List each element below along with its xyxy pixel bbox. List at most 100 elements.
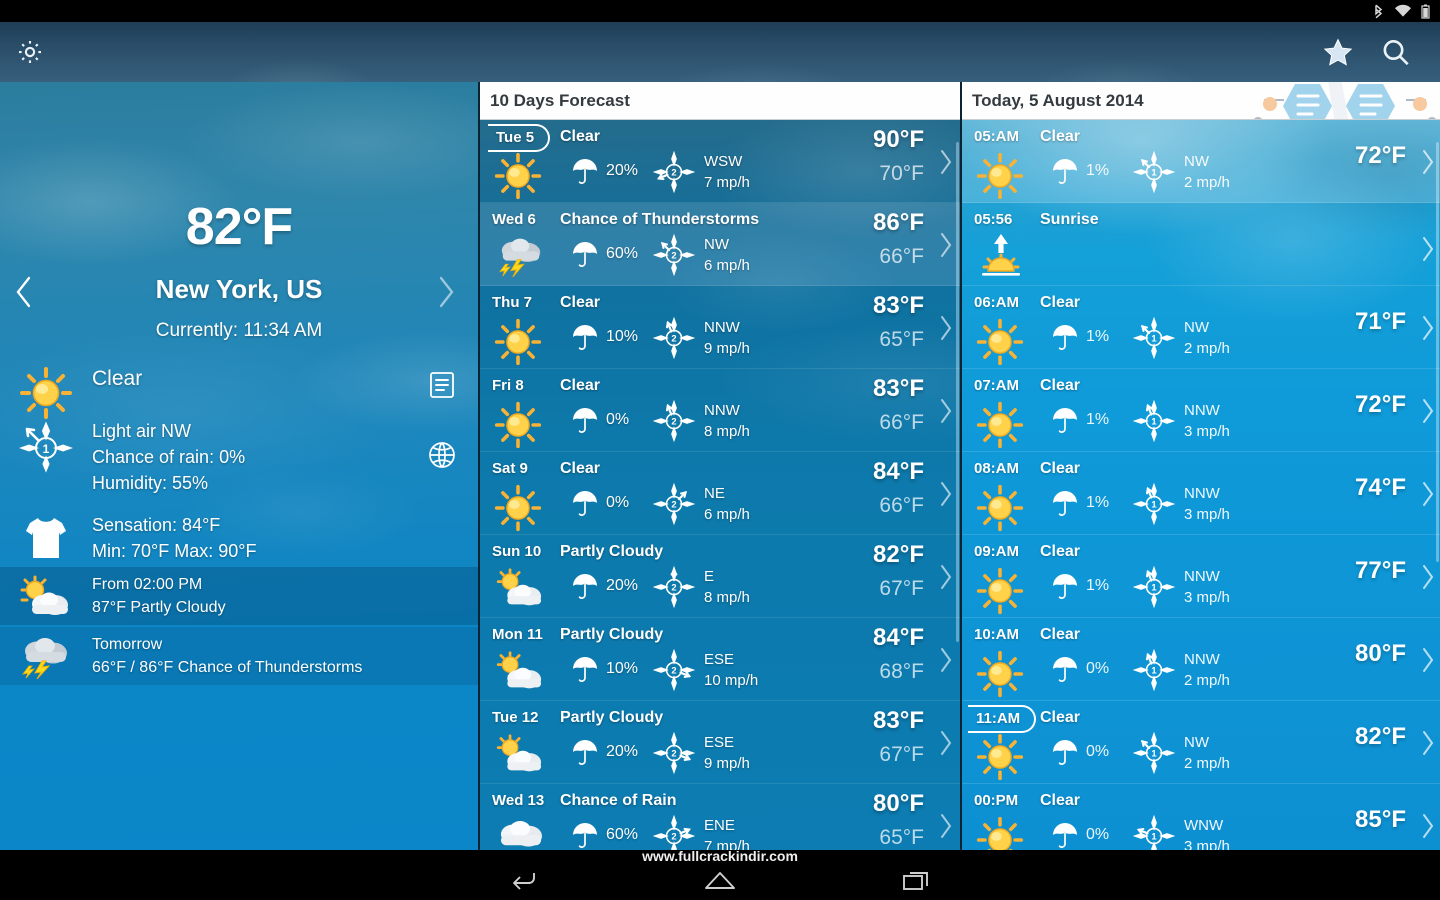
hourly-row[interactable]: 00:PM Clear 0% 1 WNW 3 mp/h 85°F: [962, 784, 1440, 850]
hourly-wind-direction: NNW: [1184, 485, 1220, 502]
wind-level-value: 2: [671, 582, 676, 593]
hourly-row-chevron[interactable]: [1420, 148, 1436, 181]
settings-button[interactable]: [8, 30, 52, 74]
forecast-row-chevron[interactable]: [938, 812, 954, 845]
forecast-panel-header: 10 Days Forecast: [480, 82, 960, 120]
nav-recents-button[interactable]: [888, 862, 944, 898]
forecast-row-chevron[interactable]: [938, 397, 954, 430]
wind-level-value: 1: [1151, 665, 1156, 676]
hourly-row-chevron[interactable]: [1420, 314, 1436, 347]
hourly-row[interactable]: 07:AM Clear 1% 1 NNW 3 mp/h 72°F: [962, 369, 1440, 452]
upcoming-period-band[interactable]: From 02:00 PM 87°F Partly Cloudy: [0, 567, 478, 625]
hourly-condition: Clear: [1040, 377, 1081, 394]
hourly-time-label: 10:AM: [974, 626, 1020, 643]
forecast-row-chevron[interactable]: [938, 231, 954, 264]
chevron-right-icon: [941, 316, 952, 340]
sunrise-icon: [978, 231, 1024, 279]
forecast-day-row[interactable]: Sun 10 Partly Cloudy 20% 2 E 8 mp/h 82°F 67°F: [480, 535, 960, 618]
hourly-row-chevron[interactable]: [1420, 480, 1436, 513]
forecast-wind-direction: ESE: [704, 734, 735, 751]
forecast-row-chevron[interactable]: [938, 314, 954, 347]
forecast-wind-direction: NNW: [704, 402, 740, 419]
forecast-day-row[interactable]: Wed 13 Chance of Rain 60% 2 ENE 7 mp/h 80°F 6…: [480, 784, 960, 850]
forecast-row-chevron[interactable]: [938, 563, 954, 596]
forecast-day-condition: Partly Cloudy: [560, 626, 664, 643]
detail-list-button[interactable]: [422, 365, 462, 405]
hourly-time-label: 05:AM: [974, 128, 1020, 145]
next-city-button[interactable]: [428, 274, 464, 310]
nav-home-button[interactable]: [692, 862, 748, 898]
forecast-rain-chance: 0%: [570, 488, 629, 518]
nav-back-button[interactable]: [496, 862, 552, 898]
hourly-row[interactable]: 09:AM Clear 1% 1 NNW 3 mp/h 77°F: [962, 535, 1440, 618]
forecast-day-row[interactable]: Tue 5 Clear 20% 2 WSW 7 mp/h 90°F 70°F: [480, 120, 960, 203]
hourly-wind-speed: 2 mp/h: [1184, 174, 1230, 191]
hourly-wind: 1 NW 2 mp/h: [1132, 731, 1230, 775]
hourly-row-chevron[interactable]: [1420, 235, 1436, 268]
wind-level-value: 2: [671, 748, 676, 759]
wind-compass-icon: 2: [652, 648, 696, 692]
forecast-row-chevron[interactable]: [938, 480, 954, 513]
chevron-right-icon: [941, 233, 952, 257]
hourly-scrollbar[interactable]: [1436, 142, 1439, 562]
forecast-row-chevron[interactable]: [938, 646, 954, 679]
hourly-row[interactable]: 10:AM Clear 0% 1 NNW 2 mp/h 80°F: [962, 618, 1440, 701]
forecast-day-label: Wed 6: [492, 211, 536, 228]
hourly-row[interactable]: 11:AM Clear 0% 1 NW 2 mp/h 82°F: [962, 701, 1440, 784]
wind-level-value: 2: [671, 333, 676, 344]
chevron-right-icon: [1423, 814, 1434, 838]
chevron-right-icon: [1423, 648, 1434, 672]
chevron-right-icon: [1423, 237, 1434, 261]
forecast-row-chevron[interactable]: [938, 148, 954, 181]
forecast-low-temp: 68°F: [879, 660, 924, 683]
current-condition-row: Clear: [0, 366, 478, 420]
forecast-day-row[interactable]: Sat 9 Clear 0% 2 NE 6 mp/h 84°F 66°F: [480, 452, 960, 535]
forecast-day-row[interactable]: Thu 7 Clear 10% 2 NNW 9 mp/h 83°F 65°F: [480, 286, 960, 369]
forecast-day-row[interactable]: Wed 6 Chance of Thunderstorms 60% 2 NW 6 mp…: [480, 203, 960, 286]
forecast-day-row[interactable]: Tue 12 Partly Cloudy 20% 2 ESE 9 mp/h 83°F 67…: [480, 701, 960, 784]
back-arrow-icon: [513, 873, 535, 890]
tomorrow-band[interactable]: Tomorrow 66°F / 86°F Chance of Thunderst…: [0, 627, 478, 685]
hourly-sunrise-row[interactable]: 05:56 Sunrise: [962, 203, 1440, 286]
forecast-scrollbar[interactable]: [956, 142, 959, 642]
current-wind-row: 1 Light air NW Chance of rain: 0% Humidi…: [0, 418, 478, 496]
forecast-row-chevron[interactable]: [938, 729, 954, 762]
umbrella-icon: [573, 325, 597, 350]
hourly-row-chevron[interactable]: [1420, 646, 1436, 679]
chevron-right-icon: [1423, 150, 1434, 174]
forecast-day-list[interactable]: Tue 5 Clear 20% 2 WSW 7 mp/h 90°F 70°F Wed 6C…: [480, 120, 960, 850]
globe-button[interactable]: [422, 435, 462, 475]
hourly-temperature: 72°F: [1355, 391, 1406, 418]
hourly-row-chevron[interactable]: [1420, 397, 1436, 430]
hourly-rain-value: 1%: [1086, 494, 1110, 511]
forecast-day-row[interactable]: Mon 11 Partly Cloudy 10% 2 ESE 10 mp/h 84°F 6…: [480, 618, 960, 701]
compass-icon: 1: [0, 418, 92, 474]
hourly-row[interactable]: 05:AM Clear 1% 1 NW 2 mp/h 72°F: [962, 120, 1440, 203]
hourly-row-chevron[interactable]: [1420, 812, 1436, 845]
band-line-2: 87°F Partly Cloudy: [92, 599, 226, 616]
hourly-temperature: 74°F: [1355, 474, 1406, 501]
forecast-high-temp: 83°F: [873, 375, 924, 402]
forecast-day-row[interactable]: Fri 8 Clear 0% 2 NNW 8 mp/h 83°F 66°F: [480, 369, 960, 452]
forecast-day-label: Sat 9: [492, 460, 528, 477]
current-city: New York, US: [155, 274, 323, 304]
search-button[interactable]: [1372, 31, 1420, 73]
forecast-rain-value: 10%: [606, 328, 639, 345]
hourly-list[interactable]: 05:AM Clear 1% 1 NW 2 mp/h 72°F 05:56 Sunrise…: [962, 120, 1440, 850]
hourly-row-chevron[interactable]: [1420, 729, 1436, 762]
hourly-wind-direction: NNW: [1184, 568, 1220, 585]
wind-level-value: 2: [671, 416, 676, 427]
list-detail-icon: [430, 372, 454, 398]
hourly-row-chevron[interactable]: [1420, 563, 1436, 596]
forecast-wind-direction: NE: [704, 485, 725, 502]
hourly-row[interactable]: 08:AM Clear 1% 1 NNW 3 mp/h 74°F: [962, 452, 1440, 535]
favorite-button[interactable]: [1314, 31, 1362, 73]
current-humidity: Humidity: 55%: [92, 473, 209, 493]
hourly-condition: Clear: [1040, 128, 1081, 145]
hourly-row[interactable]: 06:AM Clear 1% 1 NW 2 mp/h 71°F: [962, 286, 1440, 369]
forecast-day-condition: Partly Cloudy: [560, 543, 664, 560]
chevron-right-icon: [1423, 565, 1434, 589]
wind-compass-icon: 1: [1132, 731, 1176, 775]
forecast-day-label: Wed 13: [492, 792, 545, 809]
hourly-condition: Clear: [1040, 792, 1081, 809]
